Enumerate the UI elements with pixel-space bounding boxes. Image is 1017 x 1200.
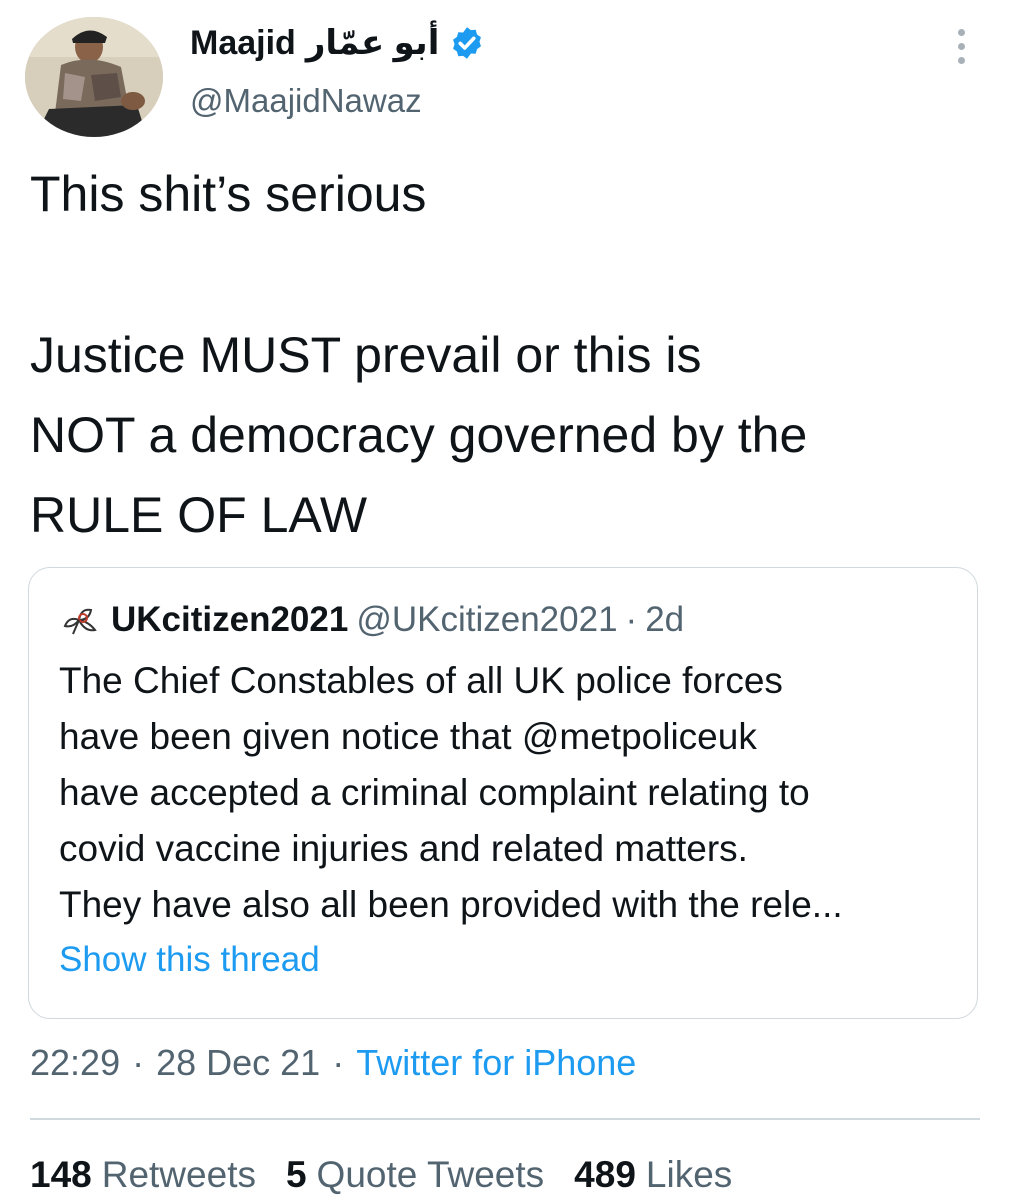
separator: ·	[332, 1042, 345, 1083]
divider	[30, 1118, 980, 1120]
tweet-date[interactable]: 28 Dec 21	[156, 1042, 320, 1084]
show-thread-link[interactable]: Show this thread	[59, 940, 320, 980]
quoted-author-handle[interactable]: @UKcitizen2021	[356, 600, 617, 640]
likes-stat[interactable]: 489 Likes	[574, 1154, 732, 1196]
separator: ·	[132, 1042, 145, 1083]
quoted-tweet-header: UKcitizen2021 @UKcitizen2021 · 2d	[59, 597, 684, 643]
retweets-stat[interactable]: 148 Retweets	[30, 1154, 256, 1196]
quoted-tweet-time[interactable]: 2d	[645, 600, 684, 640]
quote-tweets-stat[interactable]: 5 Quote Tweets	[286, 1154, 544, 1196]
tweet-time[interactable]: 22:29	[30, 1042, 120, 1084]
quoted-tweet-line: have accepted a criminal complaint relat…	[59, 772, 810, 813]
retweets-label: Retweets	[101, 1154, 256, 1195]
avatar-photo	[25, 17, 163, 137]
author-handle[interactable]: @MaajidNawaz	[190, 82, 422, 120]
quoted-tweet-line: covid vaccine injuries and related matte…	[59, 828, 748, 869]
likes-label: Likes	[645, 1154, 733, 1195]
tweet-line: This shit’s serious	[30, 166, 427, 222]
quote-tweets-label: Quote Tweets	[316, 1154, 545, 1195]
quoted-tweet-line: They have also all been provided with th…	[59, 884, 843, 925]
tweet-text: This shit’s serious	[30, 154, 990, 234]
author-avatar[interactable]	[25, 17, 163, 137]
quoted-author-name[interactable]: UKcitizen2021	[111, 600, 348, 640]
author-name-row[interactable]: Maajid أبو عمّار	[190, 20, 485, 66]
quoted-tweet-body: The Chief Constables of all UK police fo…	[59, 653, 959, 933]
author-arabic-name[interactable]: أبو عمّار	[306, 23, 440, 63]
author-name[interactable]: Maajid	[190, 24, 296, 63]
tweet-stats: 148 Retweets 5 Quote Tweets 489 Likes	[30, 1150, 732, 1200]
tweet-line: NOT a democracy governed by the	[30, 407, 808, 463]
tweet-source-link[interactable]: Twitter for iPhone	[356, 1042, 636, 1084]
tweet-line: Justice MUST prevail or this is	[30, 327, 702, 383]
quoted-tweet-line: The Chief Constables of all UK police fo…	[59, 660, 783, 701]
separator: ·	[625, 600, 638, 639]
more-options-icon[interactable]	[946, 22, 976, 70]
verified-badge-icon	[449, 25, 485, 61]
tweet-line: RULE OF LAW	[30, 487, 368, 543]
tweet-text-continued: Justice MUST prevail or this is NOT a de…	[30, 315, 990, 555]
tweet-metadata: 22:29 · 28 Dec 21 · Twitter for iPhone	[30, 1037, 636, 1089]
retweets-count: 148	[30, 1154, 92, 1195]
quoted-tweet-card[interactable]: UKcitizen2021 @UKcitizen2021 · 2d The Ch…	[28, 567, 978, 1019]
rose-logo-icon	[59, 602, 103, 638]
quoted-tweet-line: have been given notice that @metpoliceuk	[59, 716, 757, 757]
quote-tweets-count: 5	[285, 1154, 307, 1195]
likes-count: 489	[574, 1154, 636, 1195]
